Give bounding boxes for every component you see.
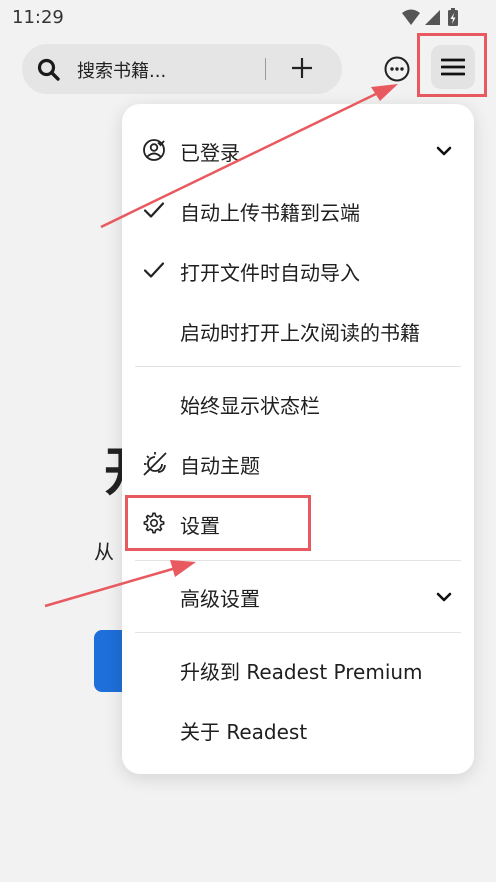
arrow-to-settings <box>44 560 196 608</box>
arrow-to-menu-button <box>100 84 398 229</box>
annotation-arrows <box>44 84 398 608</box>
